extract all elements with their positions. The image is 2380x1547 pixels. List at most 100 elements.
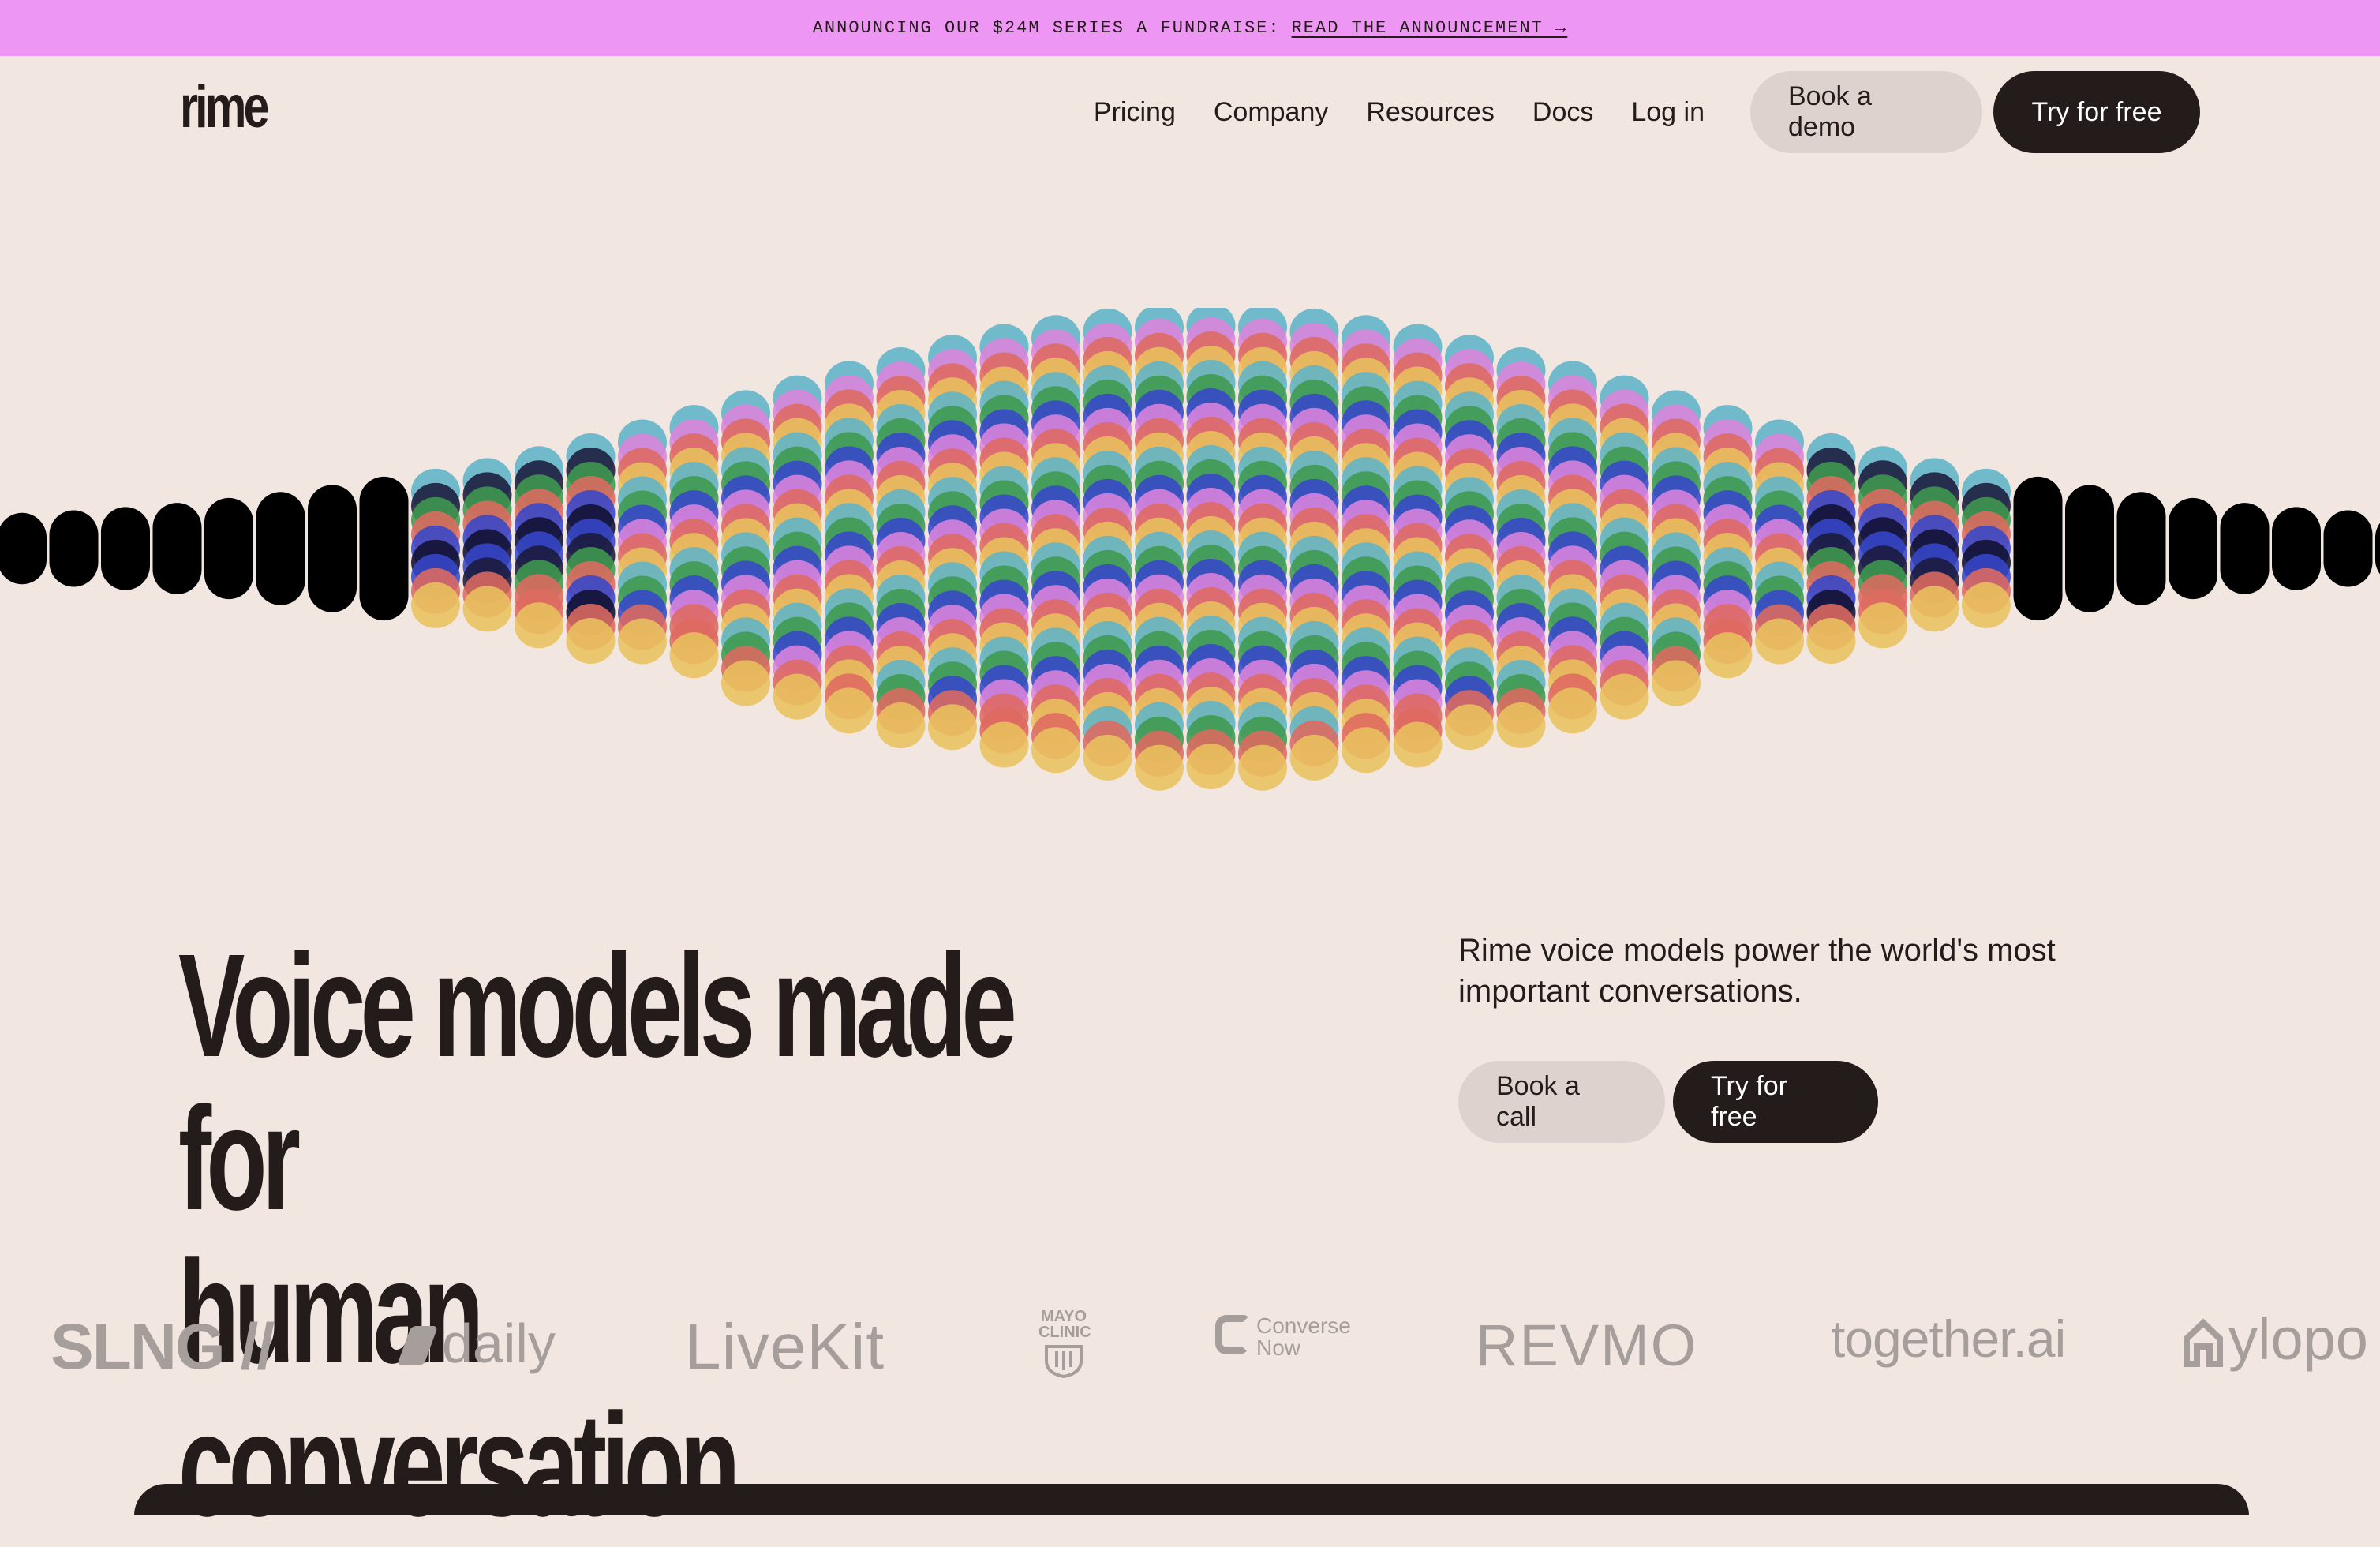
wave-column — [2272, 507, 2321, 590]
wave-column — [1806, 433, 1856, 664]
wave-column — [928, 335, 977, 751]
wave-column — [1083, 308, 1132, 781]
book-demo-button[interactable]: Book a demo — [1750, 71, 1982, 153]
wave-dot — [1600, 673, 1649, 720]
slng-logo: SLNG // — [51, 1311, 275, 1383]
wave-capsule — [256, 492, 305, 605]
try-free-button[interactable]: Try for free — [1993, 71, 2200, 153]
wave-column — [979, 324, 1029, 768]
wave-column — [1135, 308, 1184, 791]
wave-column — [1289, 308, 1339, 781]
headline-line-1: Voice models made for — [178, 924, 1017, 1241]
hero-headline: Voice models made for human conversation — [178, 930, 1037, 1542]
wave-capsule — [2169, 497, 2217, 600]
wave-column — [1445, 335, 1494, 751]
nav-docs[interactable]: Docs — [1532, 97, 1593, 128]
rime-logo[interactable]: rime — [180, 77, 270, 137]
wave-column — [101, 507, 150, 590]
wave-dot — [1858, 602, 1907, 649]
wave-dot — [462, 586, 512, 632]
nav-company[interactable]: Company — [1214, 97, 1329, 128]
ylopo-logo-text: ylopo — [2228, 1306, 2368, 1372]
wave-dot — [1962, 582, 2011, 628]
wave-dot — [411, 582, 460, 628]
wave-column — [1755, 419, 1804, 665]
wave-column — [1031, 315, 1080, 774]
mayo-line-2: CLINIC — [1038, 1324, 1091, 1341]
wave-dot — [1910, 586, 1959, 632]
daily-mark-icon — [396, 1326, 439, 1365]
customer-logos: SLNG // daily LiveKit MAYO CLINIC Conver… — [0, 1279, 2380, 1405]
wave-dot — [515, 602, 563, 649]
wave-dot — [1445, 704, 1494, 751]
nav-pricing[interactable]: Pricing — [1094, 97, 1176, 128]
hero-cta-group: Book a call Try for free — [1458, 1061, 1878, 1143]
wave-column — [1652, 390, 1701, 706]
mayo-line-1: MAYO — [1040, 1308, 1087, 1325]
wave-column — [0, 512, 47, 585]
converse-line-1: Converse — [1256, 1313, 1351, 1338]
wave-column — [618, 419, 667, 665]
top-nav: Pricing Company Resources Docs Log in Bo… — [1094, 71, 2200, 153]
daily-logo-text: daily — [442, 1313, 556, 1374]
wave-column — [566, 433, 616, 664]
wave-column — [515, 446, 563, 649]
wave-dot — [1031, 727, 1080, 774]
wave-capsule — [0, 512, 47, 585]
nav-resources[interactable]: Resources — [1366, 97, 1495, 128]
wave-column — [359, 476, 409, 621]
wave-capsule — [2375, 523, 2380, 575]
wave-capsule — [2116, 492, 2166, 605]
mayo-clinic-logo: MAYO CLINIC — [1038, 1308, 1091, 1381]
wave-column — [2013, 476, 2063, 621]
wave-dot — [1393, 721, 1443, 768]
wave-column — [773, 375, 822, 720]
wave-column — [1910, 458, 1959, 632]
wave-dot — [1186, 744, 1236, 789]
hero-subtitle: Rime voice models power the world's most… — [1458, 933, 2056, 1009]
wave-dot — [1238, 744, 1287, 791]
wave-dot — [1496, 702, 1546, 749]
wave-column — [1342, 315, 1390, 774]
wave-column — [152, 503, 202, 594]
mayo-shield-icon — [1045, 1345, 1083, 1379]
wave-column — [1238, 308, 1287, 791]
wave-dot — [1083, 734, 1132, 781]
wave-dot — [669, 632, 719, 679]
wave-column — [49, 510, 99, 587]
wave-dot — [566, 617, 616, 664]
wave-capsule — [2323, 510, 2373, 587]
wave-dot — [876, 702, 926, 749]
wave-dot — [618, 618, 667, 665]
wave-column — [308, 485, 357, 612]
wave-dot — [1806, 617, 1856, 664]
wave-column — [256, 492, 305, 605]
wave-column — [2220, 503, 2270, 594]
daily-logo: daily — [396, 1312, 556, 1375]
bottom-dark-section — [134, 1484, 2249, 1515]
wave-capsule — [152, 503, 202, 594]
nav-login[interactable]: Log in — [1631, 97, 1705, 128]
book-call-button[interactable]: Book a call — [1458, 1061, 1665, 1143]
wave-column — [462, 458, 512, 632]
wave-capsule — [2065, 485, 2114, 612]
hero-try-free-button[interactable]: Try for free — [1673, 1061, 1878, 1143]
wave-column — [876, 347, 926, 749]
wave-dot — [721, 660, 770, 706]
wave-capsule — [359, 476, 409, 621]
wave-column — [204, 497, 253, 600]
ylopo-logo: ylopo — [2183, 1305, 2368, 1373]
converse-now-mark-icon — [1215, 1315, 1250, 1354]
wave-dot — [1755, 618, 1804, 665]
wave-capsule — [101, 507, 150, 590]
wave-capsule — [308, 485, 357, 612]
wave-column — [1703, 405, 1753, 679]
announcement-link[interactable]: READ THE ANNOUNCEMENT → — [1292, 18, 1568, 38]
wave-column — [669, 405, 719, 679]
wave-column — [1186, 308, 1236, 789]
wave-dot — [825, 687, 874, 734]
wave-dot — [1652, 660, 1701, 706]
wave-dot — [979, 721, 1029, 768]
converse-now-logo: Converse Now — [1215, 1315, 1351, 1359]
wave-dot — [1342, 727, 1390, 774]
